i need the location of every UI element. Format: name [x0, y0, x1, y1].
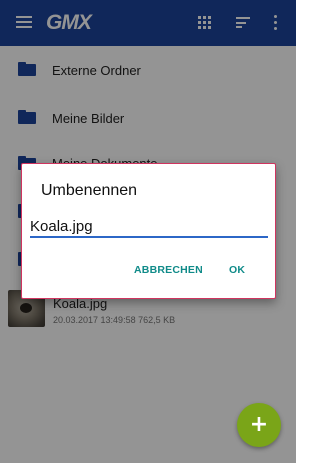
rename-dialog: Umbenennen ABBRECHEN OK — [21, 163, 276, 299]
dialog-actions: ABBRECHEN OK — [20, 264, 275, 284]
plus-icon: + — [249, 412, 269, 437]
dialog-title: Umbenennen — [41, 182, 138, 199]
ok-button[interactable]: OK — [229, 264, 245, 276]
rename-input[interactable] — [30, 216, 268, 238]
add-button[interactable]: + — [237, 403, 281, 447]
app-screen: GMX Externe Ordner Meine Bilder Meine Do… — [0, 0, 296, 463]
cancel-button[interactable]: ABBRECHEN — [134, 264, 203, 276]
